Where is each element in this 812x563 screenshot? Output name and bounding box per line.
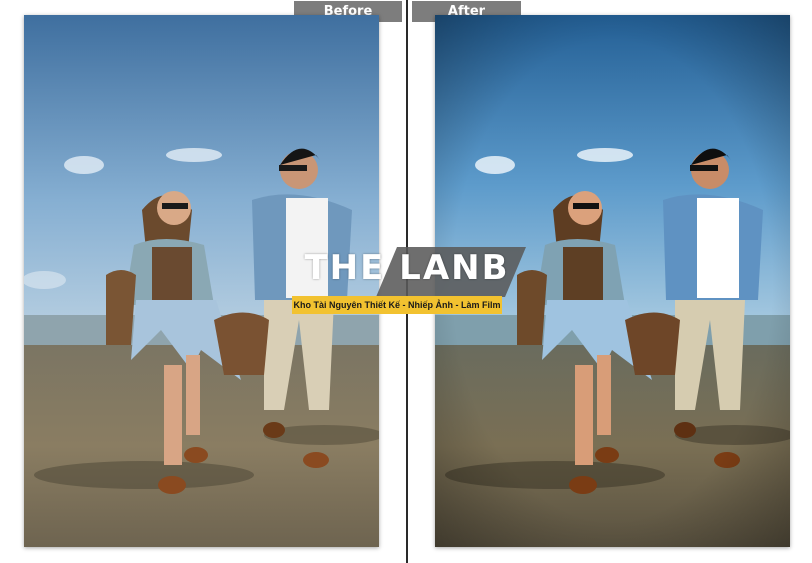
watermark-title: THE LANB (304, 248, 510, 288)
watermark-subtitle: Kho Tài Nguyên Thiết Kế - Nhiếp Ảnh - Là… (292, 296, 502, 314)
watermark: THE LANB Kho Tài Nguyên Thiết Kế - Nhiếp… (284, 246, 530, 318)
